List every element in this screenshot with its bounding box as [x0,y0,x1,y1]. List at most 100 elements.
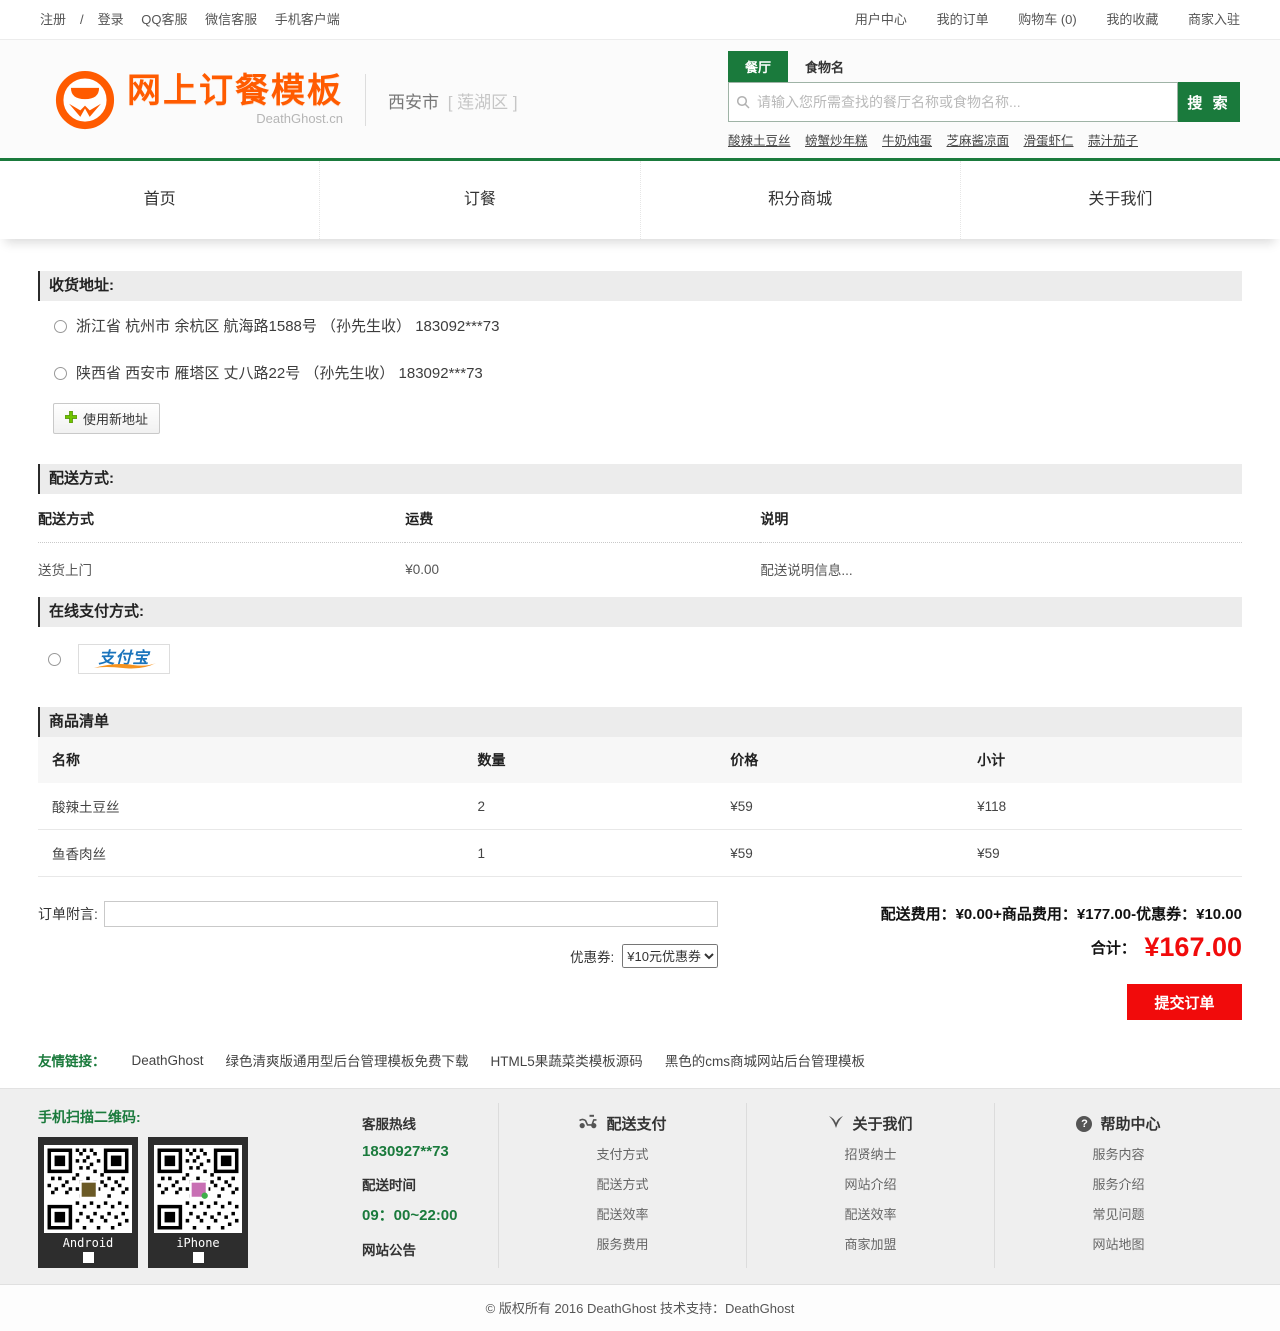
address-radio-2[interactable] [54,367,67,380]
footer-link[interactable]: 常见问题 [995,1200,1242,1230]
hot-keyword-link[interactable]: 芝麻酱凉面 [947,134,1010,148]
item-name: 鱼香肉丝 [38,830,477,877]
question-icon: ? [1076,1116,1092,1132]
nav-item-about[interactable]: 关于我们 [960,161,1280,239]
address-option-label: 陕西省 西安市 雁塔区 丈八路22号 （孙先生收） 183092***73 [76,365,483,382]
delivery-fee: ¥0.00 [405,543,760,598]
hot-keyword-link[interactable]: 滑蛋虾仁 [1024,134,1074,148]
footer-link[interactable]: 网站介绍 [747,1170,994,1200]
user-center-link[interactable]: 用户中心 [855,12,907,27]
new-address-label: 使用新地址 [83,409,148,428]
my-orders-link[interactable]: 我的订单 [937,12,989,27]
alipay-radio[interactable] [48,653,61,666]
friend-link[interactable]: HTML5果蔬菜类模板源码 [491,1050,643,1070]
footer-link[interactable]: 配送效率 [747,1200,994,1230]
footer-link[interactable]: 配送效率 [499,1200,746,1230]
footer-contact-block: 客服热线 1830927**73 配送时间 09：00~22:00 网站公告 [346,1103,498,1268]
item-qty: 2 [477,783,730,830]
memo-input[interactable] [104,901,718,927]
plus-icon [65,411,77,426]
copyright: © 版权所有 2016 DeathGhost 技术支持：DeathGhost [0,1284,1280,1331]
topbar-left: 注册/登录 QQ客服 微信客服 手机客户端 [40,0,354,39]
footer-link[interactable]: 网站地图 [995,1230,1242,1260]
footer-col-help: ? 帮助中心 服务内容 服务介绍 常见问题 网站地图 [994,1103,1242,1268]
new-address-button[interactable]: 使用新地址 [53,403,160,434]
nav-item-home[interactable]: 首页 [0,161,319,239]
site-notice-title: 网站公告 [362,1239,498,1259]
footer-link[interactable]: 招贤纳士 [747,1140,994,1170]
qr-label-android: Android [44,1236,132,1250]
topbar: 注册/登录 QQ客服 微信客服 手机客户端 用户中心 我的订单 购物车 (0) … [0,0,1280,40]
hot-keyword-link[interactable]: 蒜汁茄子 [1088,134,1138,148]
wechat-service-link[interactable]: 微信客服 [205,12,257,27]
hot-keyword-link[interactable]: 酸辣土豆丝 [728,134,791,148]
search-button[interactable]: 搜 索 [1178,82,1240,122]
mobile-client-link[interactable]: 手机客户端 [275,12,340,27]
search-block: 餐厅 食物名 搜 索 酸辣土豆丝 螃蟹炒年糕 牛奶炖蛋 芝麻酱凉面 滑蛋虾仁 蒜… [728,51,1240,149]
delivery-table: 配送方式 运费 说明 送货上门 ¥0.00 配送说明信息... [38,494,1242,597]
merchant-join-link[interactable]: 商家入驻 [1188,12,1240,27]
qr-dot [193,1252,204,1263]
item-subtotal: ¥59 [977,830,1242,877]
friend-link[interactable]: 绿色清爽版通用型后台管理模板免费下载 [226,1050,469,1070]
hotline-title: 客服热线 [362,1113,498,1133]
friend-link[interactable]: DeathGhost [132,1053,204,1068]
friend-links-label: 友情链接： [38,1050,106,1070]
delivery-method: 送货上门 [38,543,405,598]
alipay-swoosh-icon [93,662,157,670]
address-option-label: 浙江省 杭州市 余杭区 航海路1588号 （孙先生收） 183092***73 [76,318,499,335]
footer-link[interactable]: 配送方式 [499,1170,746,1200]
location-district-link[interactable]: [ 莲湖区 ] [448,93,518,112]
qq-service-link[interactable]: QQ客服 [141,12,187,27]
qr-code-iphone [154,1145,242,1233]
footer-link[interactable]: 商家加盟 [747,1230,994,1260]
footer-link[interactable]: 服务内容 [995,1140,1242,1170]
address-option-1[interactable]: 浙江省 杭州市 余杭区 航海路1588号 （孙先生收） 183092***73 [38,301,1242,348]
cart-col-qty: 数量 [477,737,730,783]
delivery-col-note: 说明 [760,494,1242,543]
friend-link[interactable]: 黑色的cms商城网站后台管理模板 [665,1050,865,1070]
nav-item-order[interactable]: 订餐 [319,161,639,239]
location-city: 西安市 [388,93,439,112]
bird-icon [828,1115,844,1133]
hotline-number: 1830927**73 [362,1143,498,1160]
delivery-col-fee: 运费 [405,494,760,543]
tab-food[interactable]: 食物名 [788,51,861,82]
qr-dot [83,1252,94,1263]
search-row: 搜 索 [728,82,1240,122]
favorites-link[interactable]: 我的收藏 [1106,12,1158,27]
qr-code-android [44,1145,132,1233]
address-radio-1[interactable] [54,320,67,333]
nav-item-points-mall[interactable]: 积分商城 [640,161,960,239]
register-link[interactable]: 注册 [40,12,66,27]
total-label: 合计： [1091,940,1136,957]
main-content: 收货地址: 浙江省 杭州市 余杭区 航海路1588号 （孙先生收） 183092… [0,271,1280,1070]
qr-tile-iphone: iPhone [148,1137,248,1268]
delivery-note: 配送说明信息... [760,543,1242,598]
search-icon [736,95,750,114]
alipay-logo[interactable]: 支付宝 [78,644,170,674]
hot-keyword-link[interactable]: 牛奶炖蛋 [882,134,932,148]
search-input[interactable] [728,82,1178,122]
cart-link[interactable]: 购物车 (0) [1018,12,1077,27]
logo-icon [55,70,115,130]
order-memo-block: 订单附言: 优惠券: ¥10元优惠券 [38,901,718,968]
memo-label: 订单附言: [38,904,104,924]
footer-link[interactable]: 支付方式 [499,1140,746,1170]
hot-keyword-link[interactable]: 螃蟹炒年糕 [805,134,868,148]
item-price: ¥59 [730,783,977,830]
footer-link[interactable]: 服务介绍 [995,1170,1242,1200]
item-qty: 1 [477,830,730,877]
cart-table: 名称 数量 价格 小计 酸辣土豆丝 2 ¥59 ¥118 鱼香肉丝 1 ¥59 … [38,737,1242,877]
qr-title: 手机扫描二维码: [38,1107,346,1127]
login-link[interactable]: 登录 [98,12,124,27]
payment-option-alipay[interactable]: 支付宝 [48,644,1242,674]
tab-restaurant[interactable]: 餐厅 [728,51,788,82]
coupon-select[interactable]: ¥10元优惠券 [622,944,718,968]
site-logo[interactable]: 网上订餐模板 DeathGhost.cn [55,70,343,130]
order-footer: 订单附言: 优惠券: ¥10元优惠券 配送费用：¥0.00+商品费用：¥177.… [38,901,1242,968]
address-option-2[interactable]: 陕西省 西安市 雁塔区 丈八路22号 （孙先生收） 183092***73 [38,348,1242,395]
footer-link[interactable]: 服务费用 [499,1230,746,1260]
submit-order-button[interactable]: 提交订单 [1127,984,1242,1020]
footer-col-about: 关于我们 招贤纳士 网站介绍 配送效率 商家加盟 [746,1103,994,1268]
